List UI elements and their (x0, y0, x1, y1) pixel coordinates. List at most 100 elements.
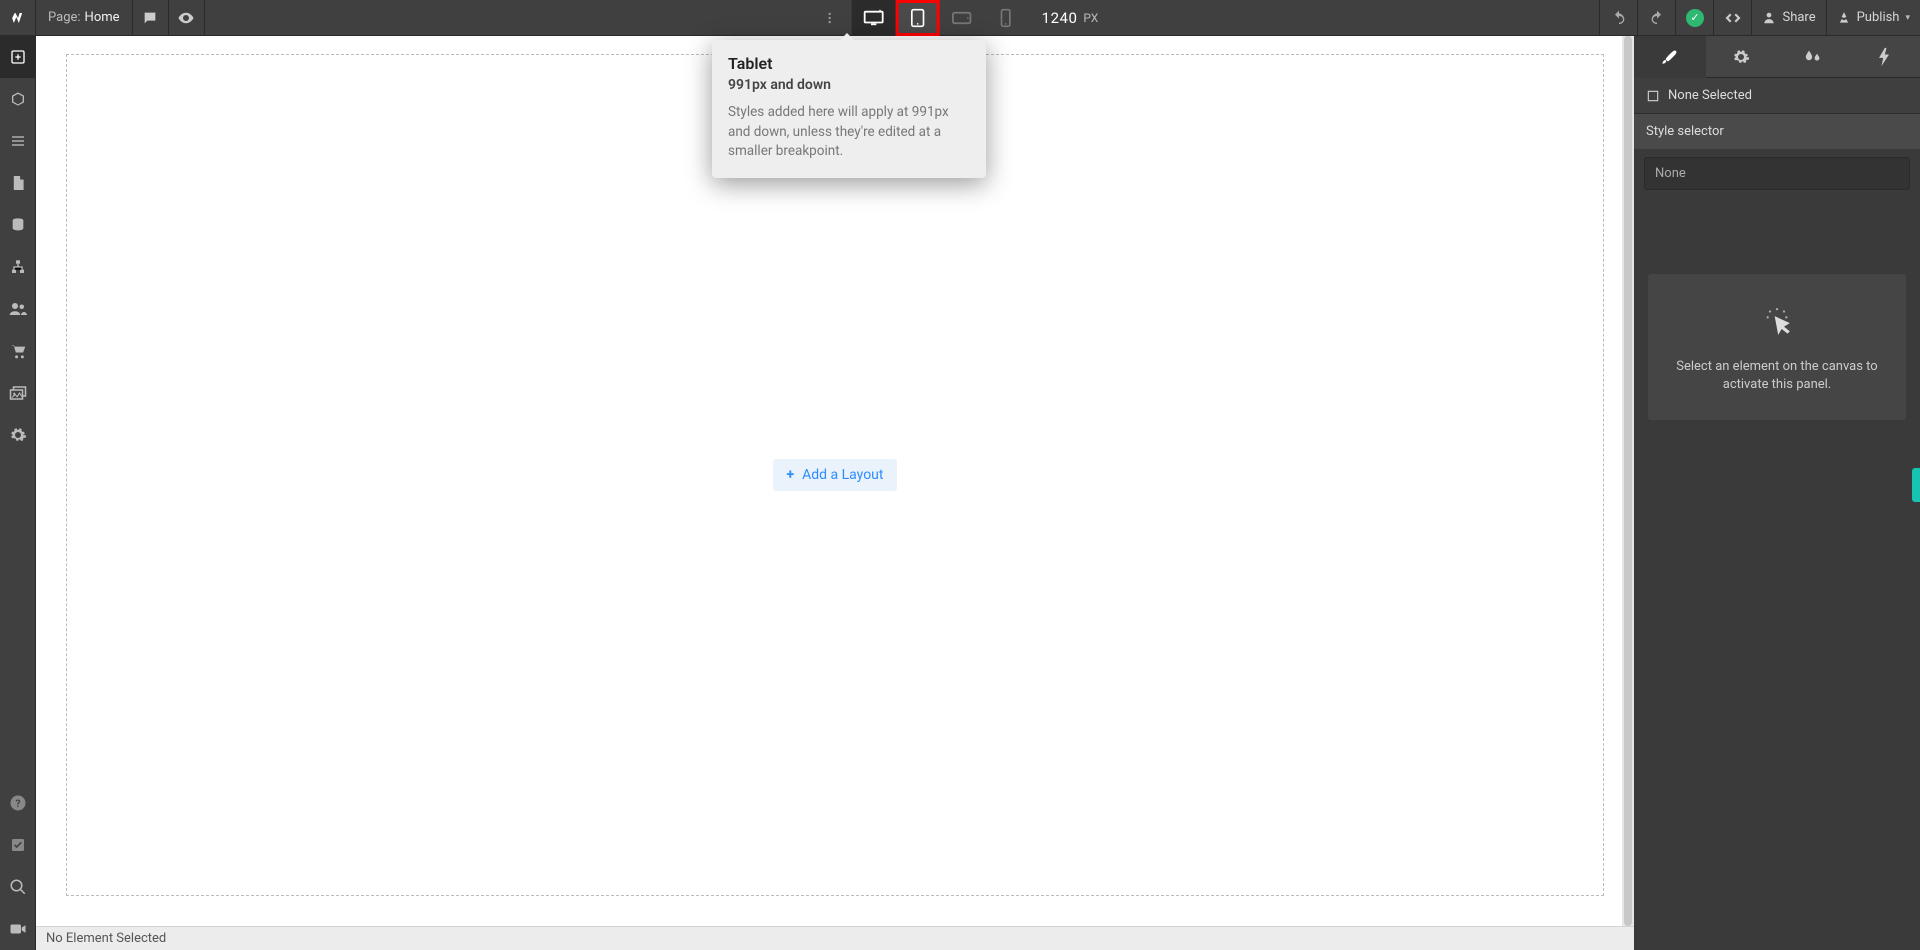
style-tab[interactable] (1634, 36, 1706, 78)
audit-button[interactable] (0, 824, 36, 866)
undo-button[interactable] (1599, 0, 1637, 35)
top-right-group: ✓ Share Publish ▾ (1599, 0, 1920, 35)
canvas-width-value: 1240 (1042, 9, 1078, 27)
sitemap-icon (10, 259, 26, 275)
cart-icon (9, 343, 27, 359)
page-icon (11, 174, 25, 192)
style-selector-placeholder: None (1655, 166, 1686, 181)
publish-label: Publish (1857, 10, 1900, 25)
rocket-icon (1837, 11, 1851, 25)
canvas-width-readout[interactable]: 1240 PX (1028, 0, 1113, 36)
plus-box-icon (10, 49, 26, 65)
help-button[interactable]: ? (0, 782, 36, 824)
square-outline-icon (1646, 89, 1660, 103)
cube-icon (10, 91, 26, 107)
chat-icon (142, 10, 158, 26)
add-layout-button[interactable]: + Add a Layout (773, 459, 898, 491)
page-name: Home (85, 10, 120, 25)
style-selector-input[interactable]: None (1644, 157, 1910, 190)
people-icon (9, 302, 27, 316)
pages-button[interactable] (0, 162, 36, 204)
droplets-icon (1803, 49, 1823, 65)
style-selector-label: Style selector (1634, 114, 1920, 149)
eye-icon (177, 9, 195, 27)
canvas-width-unit: PX (1083, 11, 1098, 25)
video-icon (9, 922, 27, 936)
cms-button[interactable] (0, 204, 36, 246)
undo-icon (1611, 10, 1627, 26)
add-elements-button[interactable] (0, 36, 36, 78)
tooltip-subtitle: 991px and down (728, 77, 970, 93)
publish-button[interactable]: Publish ▾ (1826, 0, 1920, 35)
list-icon (10, 134, 26, 148)
vertical-scrollbar[interactable] (1622, 36, 1634, 926)
code-icon (1724, 11, 1742, 25)
breakpoint-tooltip: Tablet 991px and down Styles added here … (712, 40, 986, 178)
redo-icon (1649, 10, 1665, 26)
images-icon (9, 385, 27, 401)
scrollbar-thumb[interactable] (1624, 36, 1632, 926)
check-circle-icon: ✓ (1686, 9, 1704, 27)
checkbox-icon (10, 837, 26, 853)
none-selected-label: None Selected (1668, 88, 1752, 103)
brush-icon (1660, 48, 1680, 66)
element-settings-tab[interactable] (1706, 36, 1778, 78)
left-sidebar: ? (0, 36, 36, 950)
mobile-portrait-icon (1000, 8, 1012, 28)
video-tutorial-button[interactable] (0, 908, 36, 950)
viewport-options-button[interactable] (808, 0, 852, 36)
assets-button[interactable] (0, 372, 36, 414)
pointer-click-icon (1763, 304, 1791, 340)
add-layout-label: Add a Layout (802, 467, 883, 483)
style-manager-tab[interactable] (1777, 36, 1849, 78)
status-button[interactable]: ✓ (1675, 0, 1713, 35)
webflow-logo-button[interactable] (0, 0, 36, 35)
preview-button[interactable] (169, 0, 205, 35)
canvas-body-element[interactable]: + Add a Layout (66, 54, 1604, 896)
help-icon: ? (9, 794, 27, 812)
ecommerce-structure-button[interactable] (0, 246, 36, 288)
comments-button[interactable] (133, 0, 169, 35)
webflow-logo-icon (8, 8, 28, 28)
right-panel-tabs (1634, 36, 1920, 78)
chevron-down-icon: ▾ (1905, 13, 1910, 23)
panel-collapse-handle[interactable] (1912, 468, 1920, 502)
tooltip-title: Tablet (728, 54, 970, 73)
top-toolbar: Page: Home 1240 PX (0, 0, 1920, 36)
dots-vertical-icon (823, 10, 837, 26)
selector-heading-row: None Selected (1634, 78, 1920, 114)
empty-state-text: Select an element on the canvas to activ… (1668, 358, 1886, 394)
viewport-desktop-button[interactable] (852, 0, 896, 36)
search-button[interactable] (0, 866, 36, 908)
share-label: Share (1782, 10, 1815, 25)
ecommerce-cart-button[interactable] (0, 330, 36, 372)
settings-button[interactable] (0, 414, 36, 456)
interactions-tab[interactable] (1849, 36, 1920, 78)
gear-icon (1732, 48, 1750, 66)
navigator-button[interactable] (0, 120, 36, 162)
breadcrumb-bar: No Element Selected (36, 926, 1634, 950)
viewport-mobile-landscape-button[interactable] (940, 0, 984, 36)
tablet-icon (909, 8, 927, 28)
search-icon (9, 878, 27, 896)
svg-text:?: ? (15, 797, 20, 810)
share-button[interactable]: Share (1751, 0, 1825, 35)
users-button[interactable] (0, 288, 36, 330)
gear-icon (9, 426, 27, 444)
lightning-icon (1877, 47, 1891, 67)
breadcrumb-status: No Element Selected (46, 931, 166, 946)
person-icon (1762, 11, 1776, 25)
database-icon (10, 217, 26, 233)
page-selector[interactable]: Page: Home (36, 0, 133, 35)
redo-button[interactable] (1637, 0, 1675, 35)
mobile-landscape-icon (951, 11, 973, 25)
viewport-switcher: 1240 PX (808, 0, 1113, 36)
plus-icon: + (787, 467, 795, 483)
symbols-button[interactable] (0, 78, 36, 120)
viewport-tablet-button[interactable] (896, 0, 940, 36)
page-label: Page: (48, 10, 81, 25)
export-code-button[interactable] (1713, 0, 1751, 35)
empty-state-card: Select an element on the canvas to activ… (1648, 274, 1906, 420)
desktop-icon (863, 9, 885, 27)
viewport-mobile-portrait-button[interactable] (984, 0, 1028, 36)
